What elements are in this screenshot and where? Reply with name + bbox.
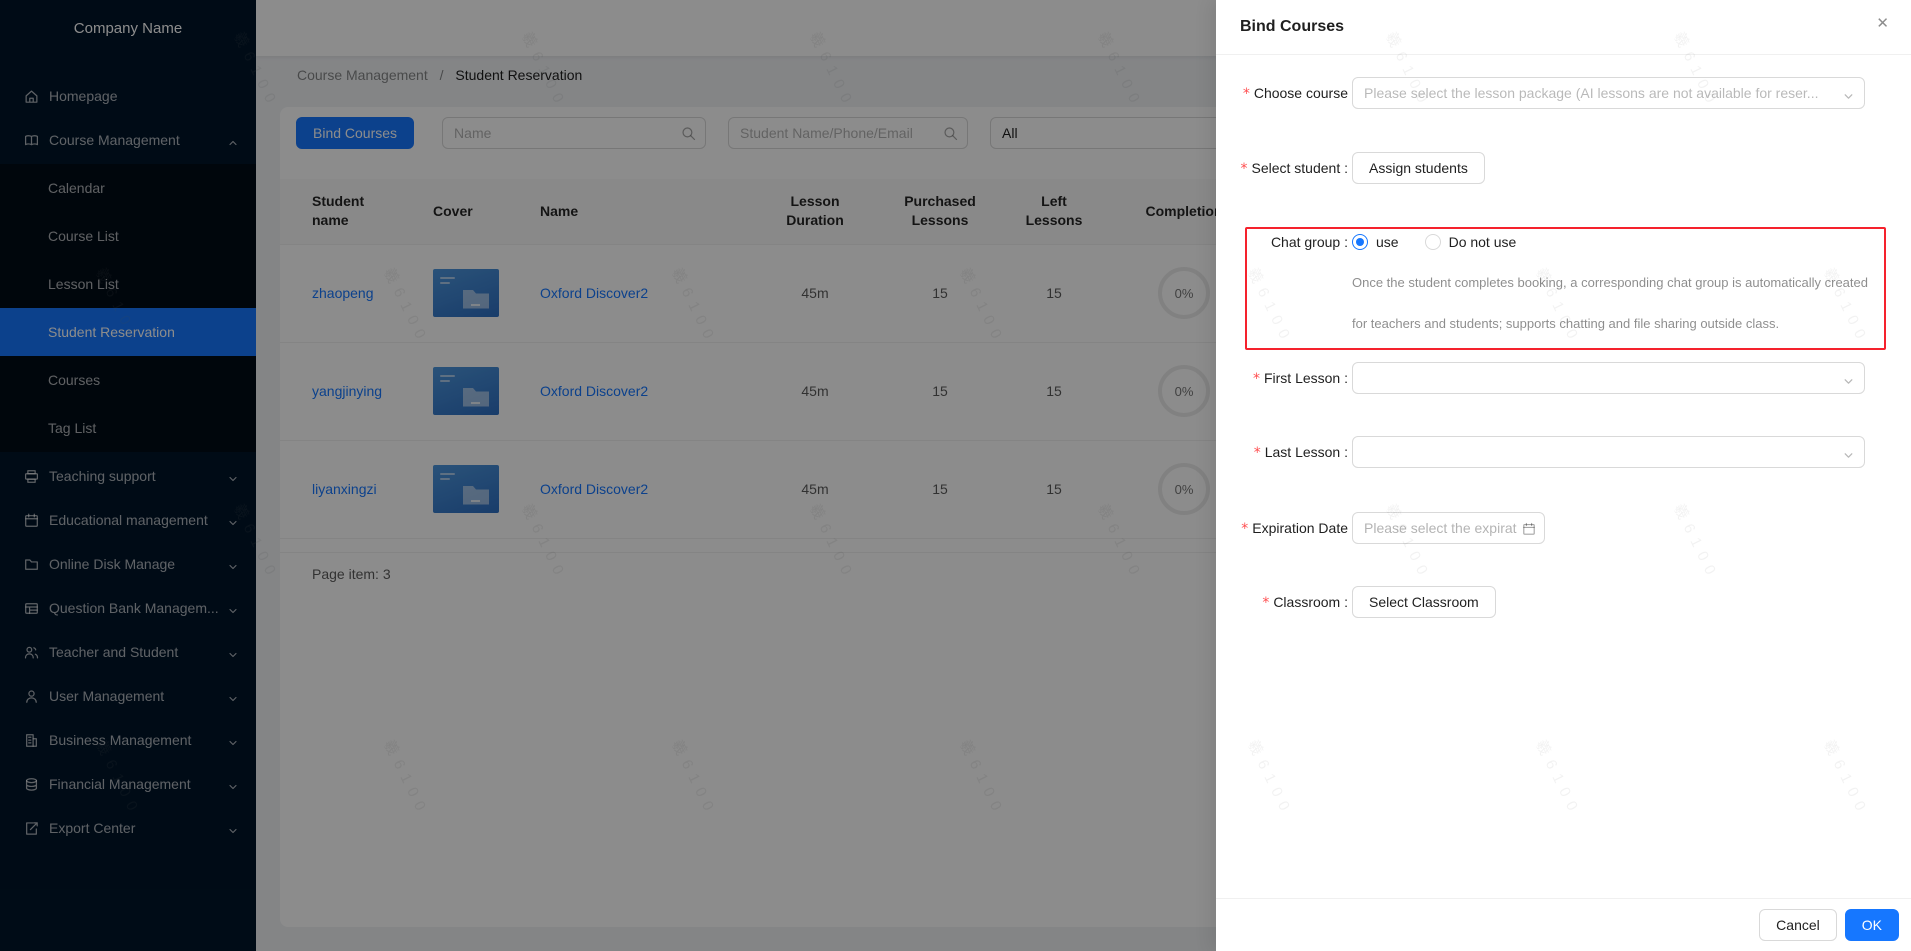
watermark-text: 羲6100 <box>1243 264 1298 348</box>
last-lesson-select[interactable] <box>1352 436 1865 468</box>
app-root: Company Name Homepage Course Management <box>0 0 1911 951</box>
expiration-date-label: *Expiration Date <box>1240 520 1352 537</box>
drawer-footer: Cancel OK <box>1216 898 1911 951</box>
radio-checked-icon <box>1352 234 1368 250</box>
chat-group-help-text: Once the student completes booking, a co… <box>1352 262 1874 344</box>
select-student-row: *Select student : Assign students <box>1240 152 1865 184</box>
cancel-button[interactable]: Cancel <box>1759 909 1837 941</box>
watermark-text: 羲6100 <box>1531 736 1586 820</box>
chat-group-label: Chat group : <box>1240 234 1352 250</box>
select-classroom-button[interactable]: Select Classroom <box>1352 586 1496 618</box>
chevron-down-icon <box>1843 89 1854 100</box>
radio-unchecked-icon <box>1425 234 1441 250</box>
chevron-down-icon <box>1843 448 1854 459</box>
first-lesson-select[interactable] <box>1352 362 1865 394</box>
expiration-date-input[interactable] <box>1353 513 1544 543</box>
calendar-icon <box>1522 522 1537 537</box>
last-lesson-row: *Last Lesson : <box>1240 436 1865 468</box>
choose-course-placeholder: Please select the lesson package (AI les… <box>1364 85 1818 101</box>
watermark-text: 羲6100 <box>1819 736 1874 820</box>
expiration-date-row: *Expiration Date <box>1240 512 1865 544</box>
chevron-down-icon <box>1843 374 1854 385</box>
classroom-row: *Classroom : Select Classroom <box>1240 586 1865 618</box>
first-lesson-label: *First Lesson : <box>1240 370 1352 387</box>
radio-label: use <box>1376 234 1399 250</box>
drawer-watermark-layer: 羲6100羲6100羲6100羲6100羲6100羲6100羲6100羲6100… <box>1216 0 1911 951</box>
chat-group-do-not-use-option[interactable]: Do not use <box>1425 234 1517 250</box>
drawer-mask-overlay[interactable] <box>0 0 1216 951</box>
last-lesson-label: *Last Lesson : <box>1240 444 1352 461</box>
first-lesson-row: *First Lesson : <box>1240 362 1865 394</box>
watermark-text: 羲6100 <box>1243 736 1298 820</box>
radio-label: Do not use <box>1449 234 1517 250</box>
chat-group-radio-group: use Do not use <box>1352 234 1516 250</box>
drawer-title: Bind Courses <box>1240 18 1344 36</box>
select-student-label: *Select student : <box>1240 160 1352 177</box>
classroom-label: *Classroom : <box>1240 594 1352 611</box>
bind-courses-drawer: Bind Courses ✕ *Choose course Please sel… <box>1216 0 1911 951</box>
choose-course-row: *Choose course Please select the lesson … <box>1240 77 1865 109</box>
drawer-header: Bind Courses ✕ <box>1216 0 1911 55</box>
chat-group-use-option[interactable]: use <box>1352 234 1399 250</box>
ok-button[interactable]: OK <box>1845 909 1899 941</box>
chat-group-row: Chat group : use Do not use <box>1240 230 1865 254</box>
close-icon[interactable]: ✕ <box>1876 16 1889 31</box>
expiration-date-field <box>1352 512 1545 544</box>
choose-course-select[interactable]: Please select the lesson package (AI les… <box>1352 77 1865 109</box>
assign-students-button[interactable]: Assign students <box>1352 152 1485 184</box>
choose-course-label: *Choose course <box>1240 85 1352 102</box>
